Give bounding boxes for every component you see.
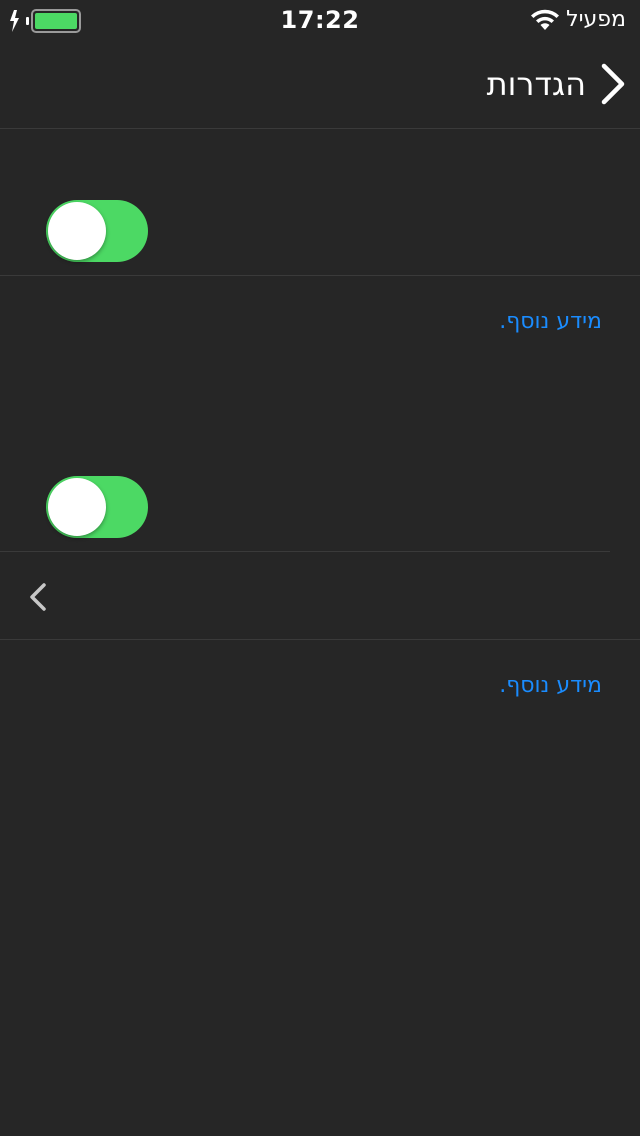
toggle-switch-2[interactable] bbox=[46, 476, 148, 538]
status-bar: 17:22 מפעיל bbox=[0, 0, 640, 40]
disclosure-row[interactable] bbox=[0, 552, 610, 640]
toggle-knob bbox=[48, 202, 106, 260]
more-info-link-2[interactable]: מידע נוסף. bbox=[499, 673, 602, 698]
more-info-link-1[interactable]: מידע נוסף. bbox=[499, 309, 602, 334]
navigation-bar: הגדרות bbox=[0, 40, 640, 129]
toggle-switch-1[interactable] bbox=[46, 200, 148, 262]
settings-screen: 17:22 מפעיל הגדרות מידע נוסף. מידע נוסף. bbox=[0, 0, 640, 1136]
section-divider bbox=[0, 639, 640, 640]
carrier-label: מפעיל bbox=[566, 7, 626, 32]
section-divider bbox=[0, 275, 640, 276]
toggle-knob bbox=[48, 478, 106, 536]
nav-title: הגדרות bbox=[486, 65, 586, 103]
back-button[interactable]: הגדרות bbox=[487, 60, 626, 108]
wifi-icon bbox=[531, 9, 559, 30]
chevron-right-icon bbox=[601, 63, 625, 105]
chevron-left-icon bbox=[30, 583, 46, 611]
